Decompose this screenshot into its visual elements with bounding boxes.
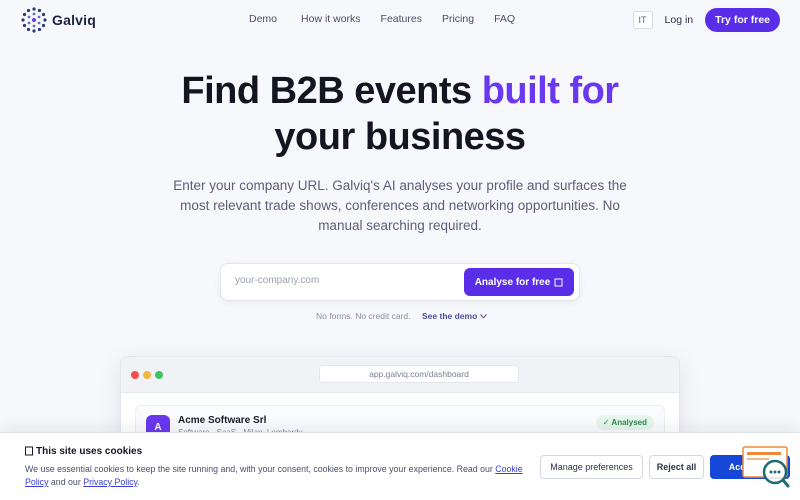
chevron-down-icon [480, 313, 488, 319]
analyse-button[interactable]: Analyse for free [464, 268, 574, 296]
window-minimize-dot [143, 371, 151, 379]
chat-support-icon[interactable] [742, 446, 790, 488]
cookie-text-intro: We use essential cookies to keep the sit… [25, 464, 496, 474]
nav-link-faq[interactable]: FAQ [494, 13, 515, 25]
cookie-icon [25, 446, 33, 456]
company-url-input[interactable] [235, 275, 455, 286]
analyse-button-label: Analyse for free [474, 276, 551, 288]
window-close-dot [131, 371, 139, 379]
arrow-icon [554, 278, 563, 286]
cookie-title: This site uses cookies [25, 446, 142, 457]
login-link[interactable]: Log in [665, 14, 694, 26]
status-badge: ✓ Analysed [595, 415, 654, 430]
url-form: Analyse for free [220, 263, 580, 301]
hero-title: Find B2B events built for your business [0, 68, 800, 160]
nav-link-demo[interactable]: Demo [249, 13, 277, 25]
nav-links: Demo How it works Features Pricing FAQ [249, 13, 515, 25]
cookie-text-end: . [137, 477, 140, 487]
form-note: No forms. No credit card. [316, 311, 411, 321]
cookie-text-mid: and our [48, 477, 84, 487]
browser-toolbar: app.galviq.com/dashboard [121, 357, 679, 393]
hero-title-part1: Find B2B events [181, 70, 472, 112]
cookie-banner: This site uses cookies We use essential … [0, 432, 800, 500]
reject-all-button[interactable]: Reject all [649, 455, 704, 479]
see-demo-label: See the demo [422, 311, 478, 321]
language-switch[interactable]: IT [632, 11, 653, 29]
cookie-text: We use essential cookies to keep the sit… [25, 463, 535, 489]
brand-name: Galviq [52, 12, 96, 28]
see-demo-link[interactable]: See the demo [422, 311, 488, 321]
top-nav: Galviq Demo How it works Features Pricin… [0, 0, 800, 40]
brand-logo[interactable]: Galviq [20, 6, 96, 34]
try-free-button[interactable]: Try for free [705, 8, 780, 32]
company-name: Acme Software Srl [178, 415, 267, 426]
window-maximize-dot [155, 371, 163, 379]
hero-title-accent: built for [481, 70, 619, 112]
address-bar: app.galviq.com/dashboard [319, 365, 519, 383]
manage-preferences-button[interactable]: Manage preferences [540, 455, 643, 479]
privacy-policy-link[interactable]: Privacy Policy [83, 477, 137, 487]
hero-title-part2: your business [274, 116, 526, 158]
nav-link-pricing[interactable]: Pricing [442, 13, 474, 25]
nav-link-how-it-works[interactable]: How it works [301, 13, 361, 25]
nav-link-features[interactable]: Features [381, 13, 422, 25]
cookie-title-text: This site uses cookies [36, 446, 143, 457]
logo-icon [21, 7, 47, 33]
hero-subtitle: Enter your company URL. Galviq's AI anal… [173, 178, 627, 233]
nav-actions: IT Log in Try for free [632, 8, 780, 32]
